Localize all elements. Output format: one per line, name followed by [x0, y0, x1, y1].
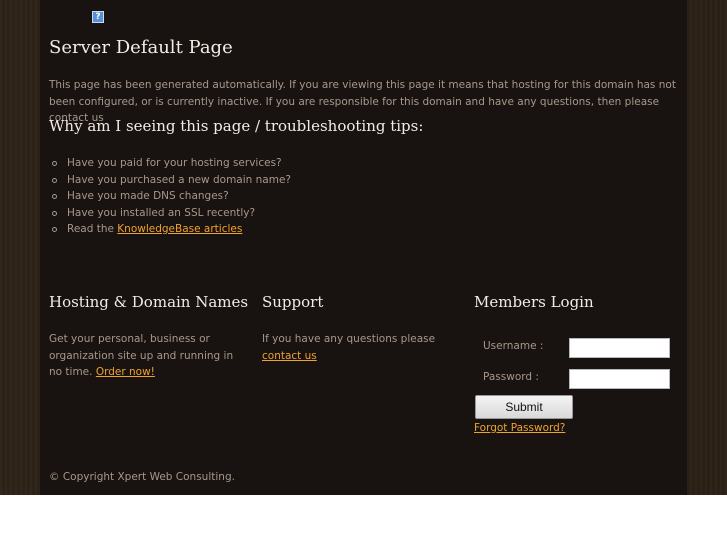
support-text: If you have any questions please contact…: [262, 331, 467, 364]
tip-item: Have you purchased a new domain name?: [49, 172, 291, 189]
hosting-text: Get your personal, business or organizat…: [49, 331, 244, 381]
hosting-title: Hosting & Domain Names: [49, 293, 249, 311]
password-input[interactable]: [569, 369, 670, 389]
knowledgebase-link[interactable]: KnowledgeBase articles: [117, 223, 242, 235]
tips-list: Have you paid for your hosting services?…: [49, 155, 291, 238]
contact-us-link[interactable]: contact us: [262, 350, 317, 362]
tip-item-prefix: Read the: [67, 223, 118, 235]
tip-item: Have you paid for your hosting services?: [49, 155, 291, 172]
username-label: Username :: [483, 340, 544, 352]
tips-heading: Why am I seeing this page / troubleshoot…: [49, 117, 424, 135]
copyright-text: © Copyright Xpert Web Consulting.: [49, 471, 235, 483]
order-now-link[interactable]: Order now!: [96, 366, 155, 378]
members-login-title: Members Login: [474, 293, 594, 311]
page-title: Server Default Page: [49, 37, 233, 58]
password-label: Password :: [483, 371, 539, 383]
support-title: Support: [262, 293, 324, 311]
forgot-password-link[interactable]: Forgot Password?: [474, 420, 565, 436]
question-mark-icon: ?: [92, 11, 104, 23]
tip-item-knowledgebase: Read the KnowledgeBase articles: [49, 221, 291, 238]
submit-button[interactable]: Submit: [475, 395, 573, 419]
support-description: If you have any questions please: [262, 333, 436, 345]
username-input[interactable]: [569, 338, 670, 358]
tip-item: Have you installed an SSL recently?: [49, 205, 291, 222]
tip-item: Have you made DNS changes?: [49, 188, 291, 205]
content-panel: [40, 0, 687, 495]
